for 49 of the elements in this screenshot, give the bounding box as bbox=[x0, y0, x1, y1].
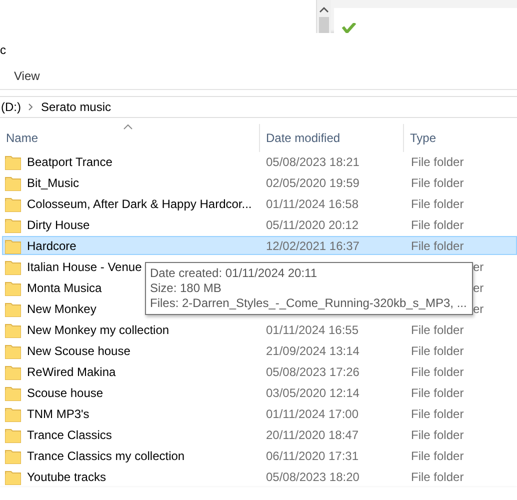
date-modified: 01/11/2024 16:58 bbox=[266, 196, 359, 210]
date-modified: 03/05/2020 12:14 bbox=[266, 386, 360, 400]
file-type: File folder bbox=[411, 218, 464, 232]
file-type: File folder bbox=[411, 364, 464, 378]
file-type: File folder bbox=[411, 322, 464, 336]
file-name: Youtube tracks bbox=[27, 470, 106, 484]
window-title: c bbox=[0, 42, 7, 59]
date-modified: 05/08/2023 18:20 bbox=[266, 470, 360, 484]
file-name: Italian House - Venue bbox=[27, 260, 142, 274]
file-type: File folder bbox=[411, 238, 464, 252]
file-type: File folder bbox=[411, 448, 464, 462]
file-name: ReWired Makina bbox=[27, 364, 116, 378]
date-modified: 06/11/2020 17:31 bbox=[266, 448, 359, 462]
file-name: Hardcore bbox=[27, 238, 76, 252]
tooltip-text: Size: 180 MB bbox=[150, 281, 222, 296]
date-modified: 12/02/2021 16:37 bbox=[266, 238, 360, 252]
file-name: New Monkey bbox=[27, 302, 96, 316]
file-type: File folder bbox=[411, 154, 464, 168]
date-modified: 05/11/2020 20:12 bbox=[266, 218, 359, 232]
file-name: Dirty House bbox=[27, 218, 90, 232]
file-type: File folder bbox=[411, 470, 464, 484]
file-name: Trance Classics bbox=[27, 428, 112, 442]
date-modified: 01/11/2024 16:55 bbox=[266, 322, 359, 336]
file-name: Colosseum, After Dark & Happy Hardcor... bbox=[27, 196, 252, 210]
date-modified: 05/08/2023 18:21 bbox=[266, 154, 360, 168]
file-name: Trance Classics my collection bbox=[27, 448, 185, 462]
file-type: er bbox=[473, 260, 484, 274]
file-type: File folder bbox=[411, 428, 464, 442]
file-name: TNM MP3's bbox=[27, 406, 90, 420]
file-name: Bit_Music bbox=[27, 176, 80, 190]
date-modified: 05/08/2023 17:26 bbox=[266, 364, 360, 378]
file-name: Monta Musica bbox=[27, 280, 102, 294]
file-name: Scouse house bbox=[27, 386, 104, 400]
tooltip-text: Files: 2-Darren_Styles_-_Come_Running-320kb_s_MP3, ... bbox=[150, 296, 468, 311]
date-modified: 01/11/2024 17:00 bbox=[266, 406, 359, 420]
file-type: File folder bbox=[411, 344, 464, 358]
file-name: Beatport Trance bbox=[27, 154, 112, 168]
file-type: File folder bbox=[411, 386, 464, 400]
file-name: New Monkey my collection bbox=[27, 322, 170, 336]
tooltip-text: Date created: 01/11/2024 20:11 bbox=[150, 266, 318, 281]
file-type: File folder bbox=[411, 176, 464, 190]
file-name: New Scouse house bbox=[27, 344, 130, 358]
date-modified: 02/05/2020 19:59 bbox=[266, 176, 360, 190]
file-type: er bbox=[473, 302, 484, 316]
file-type: File folder bbox=[411, 196, 464, 210]
file-type: File folder bbox=[411, 406, 464, 420]
file-type: er bbox=[473, 280, 484, 294]
date-modified: 20/11/2020 18:47 bbox=[266, 428, 359, 442]
date-modified: 21/09/2024 13:14 bbox=[266, 344, 360, 358]
